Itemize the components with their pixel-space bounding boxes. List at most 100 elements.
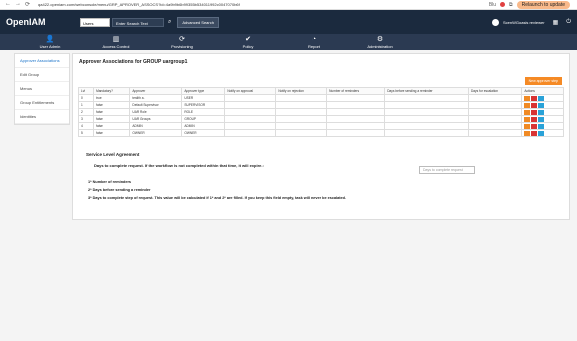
sidebar-item-menus[interactable]: Menus xyxy=(15,82,69,96)
table-cell: false xyxy=(93,122,131,130)
edit-icon[interactable] xyxy=(524,102,531,108)
row-actions xyxy=(524,109,561,115)
row-actions xyxy=(524,130,561,136)
table-cell: 4 xyxy=(77,122,95,130)
menu-provisioning[interactable]: ⟳ Provisioning xyxy=(149,36,215,49)
actions-cell xyxy=(521,108,564,116)
reload-icon[interactable]: ⟳ xyxy=(25,1,30,8)
edit-icon[interactable] xyxy=(524,116,531,122)
main-panel: Approver Associations for GROUP uargroup… xyxy=(72,53,570,220)
actions-cell xyxy=(521,122,564,130)
delete-icon[interactable] xyxy=(531,116,538,122)
table-cell xyxy=(224,94,277,102)
back-icon[interactable]: ← xyxy=(5,1,11,8)
table-cell xyxy=(275,94,328,102)
power-icon[interactable]: ⏻ xyxy=(566,19,571,26)
table-cell xyxy=(467,101,523,109)
menu-administration[interactable]: ⚙ Administration xyxy=(347,36,413,49)
table-cell: UAR Role xyxy=(129,108,183,116)
table-cell: false xyxy=(93,115,131,123)
table-cell xyxy=(224,129,277,137)
move-icon[interactable] xyxy=(538,109,545,115)
note-days-before-reminder: 2* Days before sending a reminder xyxy=(88,188,151,192)
search-input[interactable]: Enter Search Text xyxy=(112,17,164,27)
table-cell xyxy=(467,122,523,130)
sla-notes: 1* Number of reminders 2* Days before se… xyxy=(88,180,569,200)
logo[interactable]: OpenIAM xyxy=(6,17,66,27)
table-cell xyxy=(275,122,328,130)
table-cell xyxy=(326,129,386,137)
profile-label[interactable]: Blu xyxy=(489,2,496,8)
extension-icon[interactable] xyxy=(500,2,506,7)
table-row: 1 false Default Supervisor SUPERVISOR xyxy=(77,101,564,109)
table-cell xyxy=(467,129,523,137)
table-cell xyxy=(326,94,386,102)
move-icon[interactable] xyxy=(538,102,545,108)
edit-icon[interactable] xyxy=(524,130,531,136)
browser-nav: ← → ⟳ xyxy=(0,1,30,8)
actions-cell xyxy=(521,101,564,109)
delete-icon[interactable] xyxy=(531,123,538,129)
address-bar[interactable]: qa422.openiam.com/webconsole/menu/GRP_AP… xyxy=(38,2,489,7)
table-cell xyxy=(275,129,328,137)
table-header: Lvl Mandatory? Approver Approver type Notify… xyxy=(77,87,564,95)
move-icon[interactable] xyxy=(538,130,545,136)
table-row: 3 false UAR Groups GROUP xyxy=(77,115,564,123)
table-cell xyxy=(224,108,277,116)
delete-icon[interactable] xyxy=(531,109,538,115)
sidebar-item-approver-associations[interactable]: Approver Associations xyxy=(15,54,69,68)
row-actions xyxy=(524,102,561,108)
menu-label: User Admin xyxy=(39,43,61,49)
move-icon[interactable] xyxy=(538,123,545,129)
table-cell xyxy=(384,115,469,123)
check-icon: ✔ xyxy=(245,35,251,43)
sla-question: Days to complete request. If the workflo… xyxy=(94,163,264,168)
relaunch-button[interactable]: Relaunch to update xyxy=(516,0,570,9)
menu-policy[interactable]: ✔ Policy xyxy=(215,36,281,49)
sidebar-item-edit-group[interactable]: Edit Group xyxy=(15,68,69,82)
table-cell xyxy=(326,122,386,130)
menu-label: Administration xyxy=(367,43,393,49)
table-cell: testlth a. xyxy=(129,94,183,102)
new-approver-step-button[interactable]: New approver step xyxy=(524,77,562,85)
menu-access-control[interactable]: ▥ Access Control xyxy=(83,36,149,49)
table-cell xyxy=(384,101,469,109)
sla-heading: Service Level Agreement xyxy=(86,152,140,157)
main-menu: 👤 User Admin ▥ Access Control ⟳ Provisionin… xyxy=(0,34,577,50)
search-icon[interactable]: ⌕ xyxy=(168,19,171,26)
delete-icon[interactable] xyxy=(531,102,538,108)
column-header: Days for escalation xyxy=(467,87,523,95)
column-header: Number of reminders xyxy=(326,87,386,95)
approver-table: Lvl Mandatory? Approver Approver type Notify… xyxy=(77,87,564,137)
advanced-search-button[interactable]: Advanced Search xyxy=(177,16,219,28)
table-row: 2 false UAR Role ROLE xyxy=(77,108,564,116)
puzzle-icon[interactable]: ⧉ xyxy=(509,2,513,8)
sla-section: Service Level Agreement Days to complete… xyxy=(73,152,569,204)
note-days-to-complete: 3* Days to complete step of request. Thi… xyxy=(88,196,346,200)
table-cell xyxy=(326,115,386,123)
edit-icon[interactable] xyxy=(524,109,531,115)
move-icon[interactable] xyxy=(538,95,545,101)
user-menu[interactable]: ScenWGoasis reviewer xyxy=(492,18,545,26)
table-cell: 2 xyxy=(77,108,95,116)
column-header: Approver type xyxy=(181,87,226,95)
app-header: OpenIAM Users Enter Search Text ⌕ Advanc… xyxy=(0,10,577,34)
table-cell: false xyxy=(93,108,131,116)
delete-icon[interactable] xyxy=(531,130,538,136)
move-icon[interactable] xyxy=(538,116,545,122)
days-to-complete-input[interactable]: Days to complete request xyxy=(419,166,475,174)
table-row: 5 false OWNER OWNER xyxy=(77,129,564,137)
edit-icon[interactable] xyxy=(524,95,531,101)
forward-icon[interactable]: → xyxy=(15,1,21,8)
menu-report[interactable]: ◔ Report xyxy=(281,36,347,49)
sidebar-item-group-entitlements[interactable]: Group Entitlements xyxy=(15,96,69,110)
delete-icon[interactable] xyxy=(531,95,538,101)
sidebar-item-identities[interactable]: Identities xyxy=(15,110,69,124)
menu-user-admin[interactable]: 👤 User Admin xyxy=(17,36,83,49)
edit-icon[interactable] xyxy=(524,123,531,129)
column-header: Notify on rejection xyxy=(275,87,328,95)
table-cell: UAR Groups xyxy=(129,115,183,123)
search-type-select[interactable]: Users xyxy=(80,17,110,27)
table-cell xyxy=(384,94,469,102)
grid-icon[interactable]: ▦ xyxy=(553,19,559,26)
